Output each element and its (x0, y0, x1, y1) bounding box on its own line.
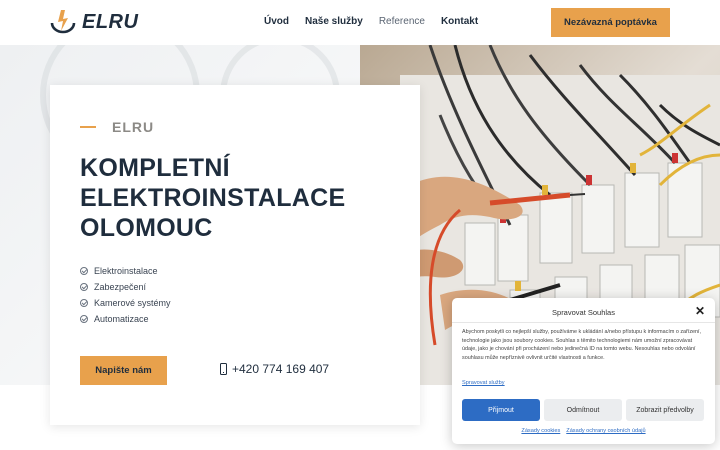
kicker-text: ELRU (112, 119, 155, 135)
privacy-policy-link[interactable]: Zásady ochrany osobních údajů (566, 428, 645, 434)
preferences-button[interactable]: Zobrazit předvolby (626, 399, 704, 421)
feature-item: Kamerové systémy (80, 295, 171, 311)
feature-label: Automatizace (94, 314, 149, 324)
feature-label: Zabezpečení (94, 282, 147, 292)
quote-request-button[interactable]: Nezávazná poptávka (551, 8, 670, 37)
consent-title: Spravovat Souhlas (552, 308, 615, 317)
feature-item: Elektroinstalace (80, 263, 171, 279)
headline-line-2: ELEKTROINSTALACE (80, 184, 346, 212)
cookie-consent-dialog: Spravovat Souhlas ✕ Abychom poskytli co … (452, 298, 715, 444)
feature-item: Automatizace (80, 311, 171, 327)
kicker-dash (80, 126, 96, 128)
nav-reference[interactable]: Reference (379, 16, 425, 27)
consent-body-text: Abychom poskytli co nejlepší služby, pou… (462, 329, 702, 361)
write-us-button[interactable]: Napište nám (80, 356, 167, 385)
hero-headline: KOMPLETNÍ ELEKTROINSTALACE OLOMOUC (80, 153, 400, 243)
logo-bolt-icon (50, 10, 76, 34)
nav-nase-sluzby[interactable]: Naše služby (305, 16, 363, 27)
nav-uvod[interactable]: Úvod (264, 16, 289, 27)
feature-label: Kamerové systémy (94, 298, 171, 308)
check-circle-icon (80, 299, 88, 307)
logo[interactable]: ELRU (48, 9, 138, 35)
headline-line-3: OLOMOUC (80, 214, 213, 242)
hero-kicker: ELRU (80, 119, 154, 135)
deny-button[interactable]: Odmítnout (544, 399, 622, 421)
consent-buttons: Přijmout Odmítnout Zobrazit předvolby (462, 399, 704, 421)
manage-services-link[interactable]: Spravovat služby (462, 380, 505, 386)
feature-item: Zabezpečení (80, 279, 171, 295)
close-icon[interactable]: ✕ (695, 305, 705, 317)
check-circle-icon (80, 267, 88, 275)
feature-list: Elektroinstalace Zabezpečení Kamerové sy… (80, 263, 171, 327)
phone-number: +420 774 169 407 (232, 362, 330, 376)
site-header: ELRU Úvod Naše služby Reference Kontakt … (0, 0, 720, 45)
feature-label: Elektroinstalace (94, 266, 158, 276)
check-circle-icon (80, 283, 88, 291)
consent-divider (452, 322, 715, 323)
phone-link[interactable]: +420 774 169 407 (220, 362, 329, 376)
cookie-policy-link[interactable]: Zásady cookies (521, 428, 560, 434)
headline-line-1: KOMPLETNÍ (80, 154, 230, 182)
nav-kontakt[interactable]: Kontakt (441, 16, 478, 27)
accept-button[interactable]: Přijmout (462, 399, 540, 421)
logo-text: ELRU (82, 10, 139, 33)
main-nav: Úvod Naše služby Reference Kontakt (264, 16, 478, 27)
hero-card: ELRU KOMPLETNÍ ELEKTROINSTALACE OLOMOUC … (50, 85, 420, 425)
phone-icon (220, 363, 227, 375)
check-circle-icon (80, 315, 88, 323)
consent-footer: Zásady cookies Zásady ochrany osobních ú… (452, 428, 715, 434)
